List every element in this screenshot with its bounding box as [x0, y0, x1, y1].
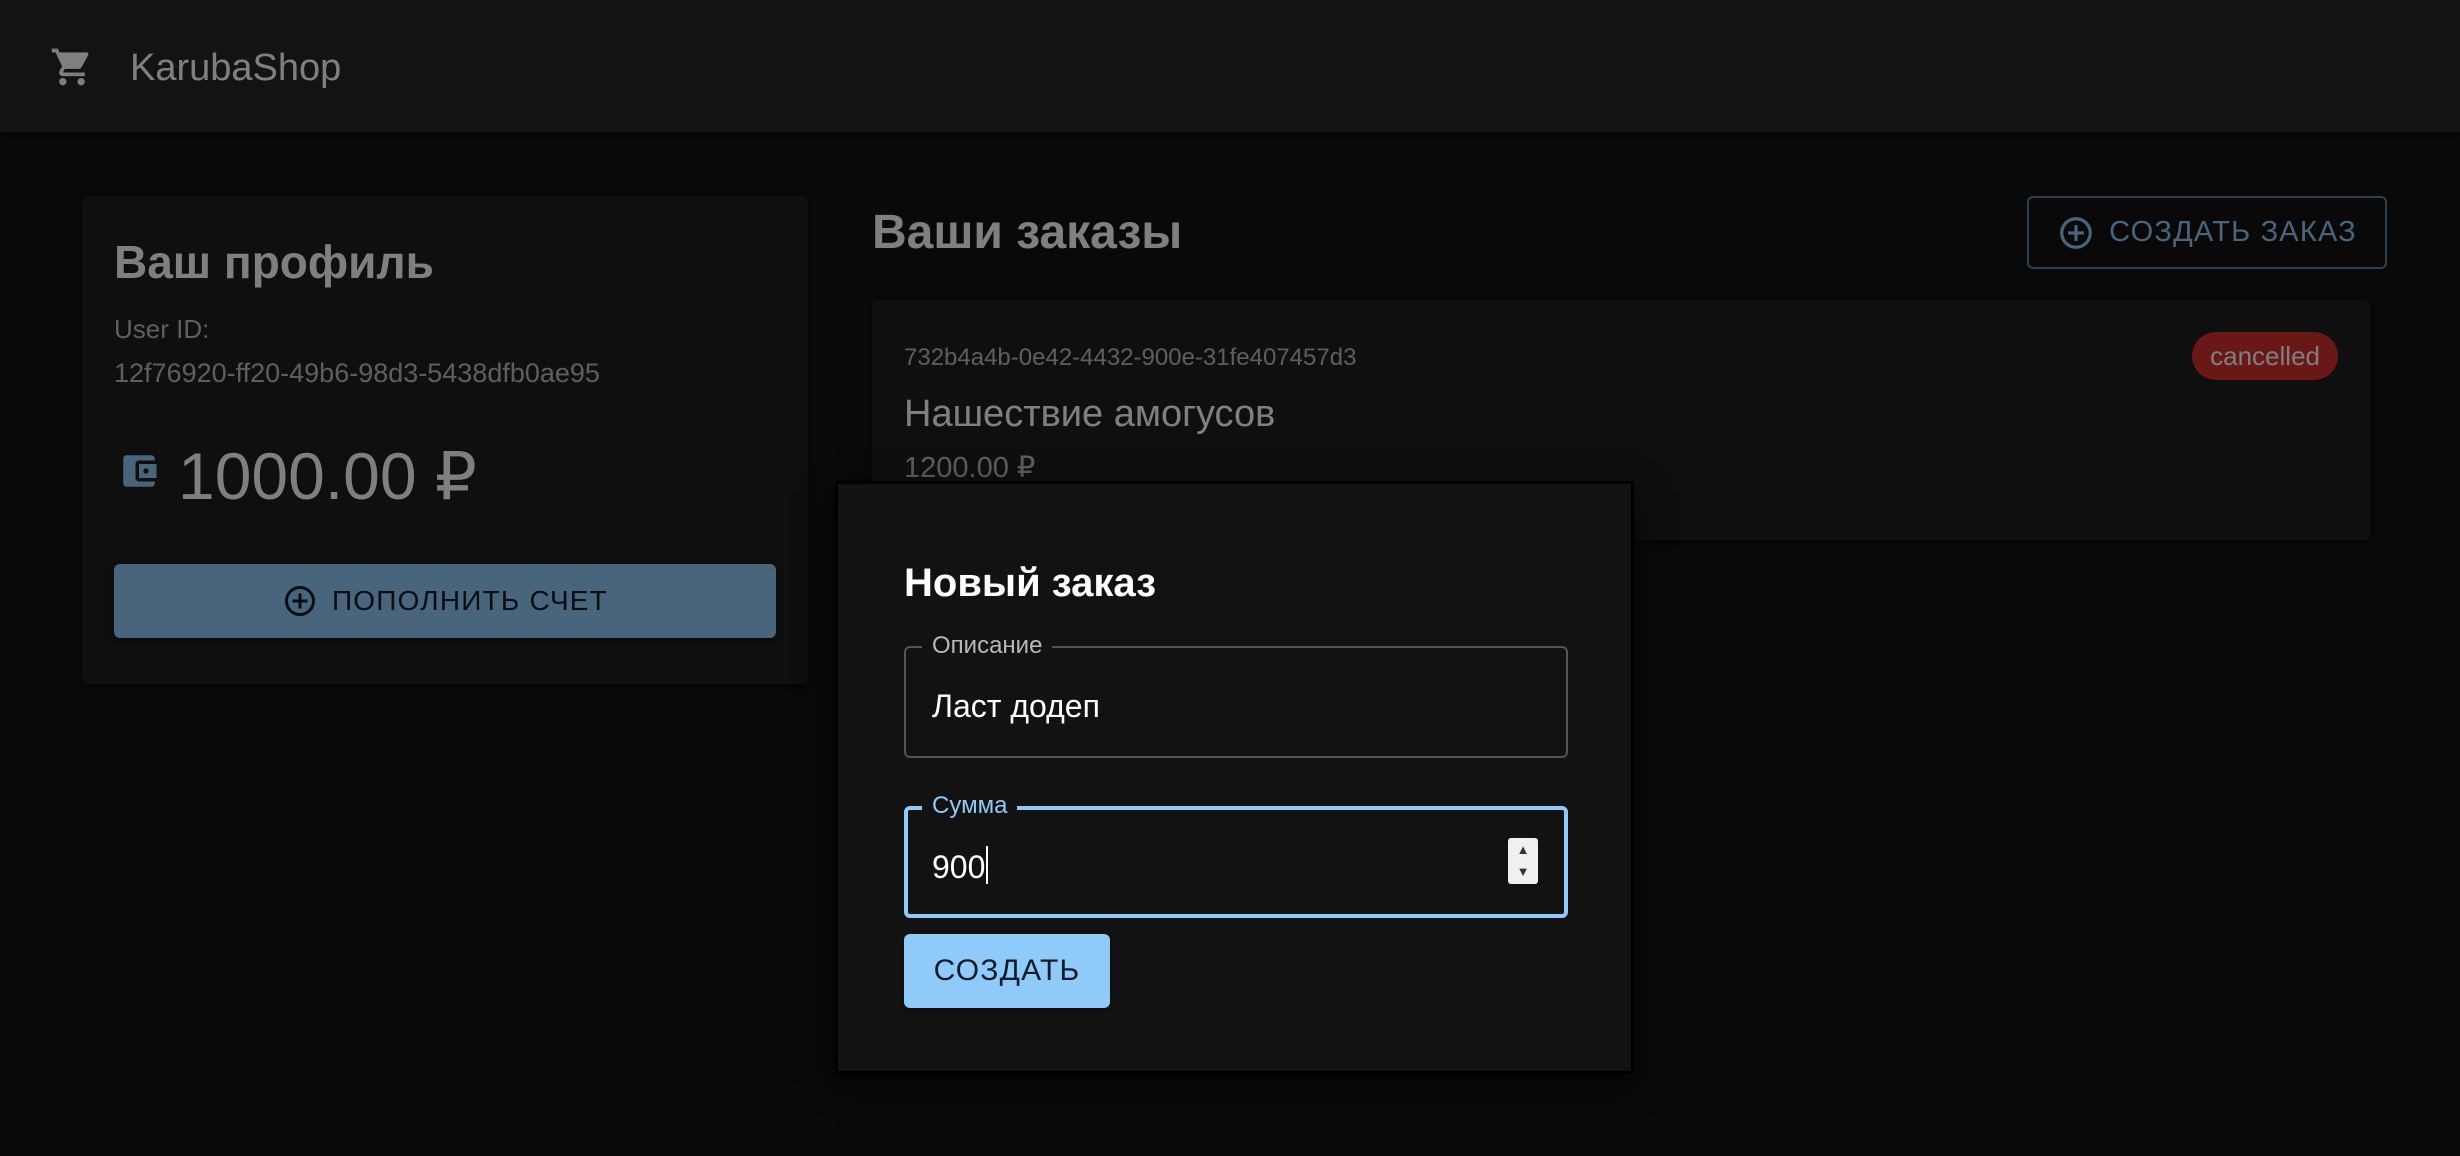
text-caret	[986, 846, 989, 884]
number-stepper[interactable]: ▲ ▼	[1508, 838, 1538, 884]
new-order-dialog: Новый заказ Описание Ласт додеп Сумма 90…	[835, 481, 1634, 1074]
amount-input[interactable]: 900	[932, 849, 985, 885]
description-field[interactable]: Описание Ласт додеп	[904, 631, 1568, 758]
app-root: KarubaShop Ваш профиль User ID: 12f76920…	[0, 0, 2460, 1156]
amount-label: Сумма	[922, 791, 1018, 821]
submit-create-button[interactable]: СОЗДАТЬ	[904, 934, 1110, 1008]
amount-field[interactable]: Сумма 900 ▲ ▼	[904, 791, 1568, 918]
amount-input-wrap[interactable]: 900	[932, 846, 989, 887]
dialog-title: Новый заказ	[904, 561, 1157, 605]
description-label: Описание	[922, 631, 1053, 661]
description-input[interactable]: Ласт додеп	[932, 686, 1100, 726]
stepper-up-icon[interactable]: ▲	[1517, 842, 1530, 858]
stepper-down-icon[interactable]: ▼	[1517, 864, 1530, 880]
